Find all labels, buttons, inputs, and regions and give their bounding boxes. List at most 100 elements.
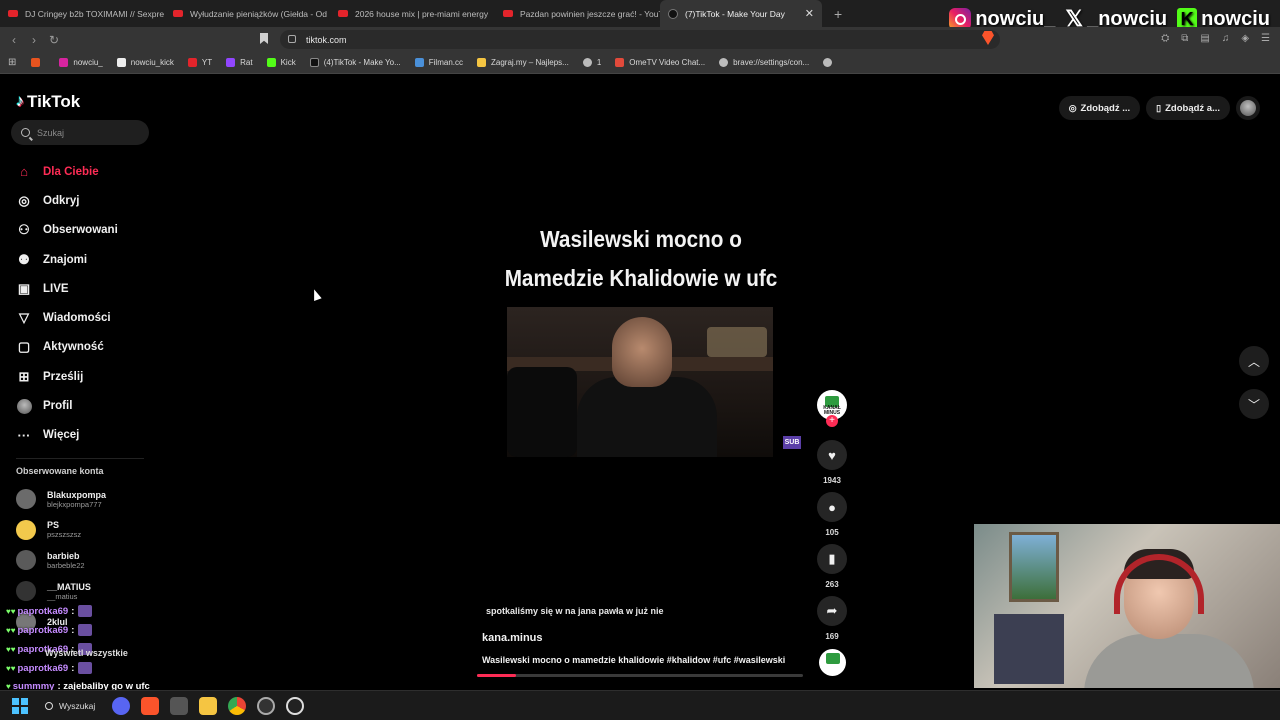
sidebar-item-label: Aktywność [43, 341, 104, 354]
search-input[interactable]: Szukaj [11, 120, 149, 145]
bookmark-item[interactable]: (4)TikTok - Make Yo... [303, 58, 408, 67]
vpn-icon[interactable]: ⛭ [1161, 33, 1169, 44]
account-text: PS pszszszsz [47, 520, 81, 539]
sidebar-item-dla-ciebie[interactable]: ⌂ Dla Ciebie [16, 157, 118, 186]
account-name: barbieb [47, 550, 80, 561]
folder-icon[interactable] [199, 696, 218, 715]
bookmark-label: Rat [240, 58, 253, 67]
back-icon[interactable]: ‹ [4, 33, 24, 47]
tab-2[interactable]: Wyłudzanie pieniążków (Giełda - Od [165, 0, 330, 27]
menu-icon[interactable]: ☰ [1261, 33, 1270, 44]
close-tab-icon[interactable]: ✕ [795, 7, 814, 20]
sidebar-item-profil[interactable]: Profil [16, 391, 118, 420]
filman-icon [414, 58, 424, 67]
site-info-icon[interactable] [288, 35, 296, 43]
wallet-icon[interactable]: ◈ [1241, 33, 1249, 44]
app-icon[interactable] [170, 696, 189, 715]
followed-account[interactable]: Blakuxpompa blejkxpompa777 [16, 489, 106, 509]
sidebar-item-prześlij[interactable]: ⊞ Prześlij [16, 362, 118, 391]
chat-message: ♥♥ paprotka69: [6, 662, 93, 674]
bookmark-item[interactable]: nowciu_ [52, 58, 109, 67]
bookmark-item[interactable]: nowciu_kick [110, 58, 181, 67]
bookmark-item[interactable]: Kick [260, 58, 303, 67]
sidebar-item-odkryj[interactable]: ◎ Odkryj [16, 186, 118, 215]
bookmark-item[interactable]: OmeTV Video Chat... [608, 58, 712, 67]
toolbar-icons: ⛭ ⧉ ▤ ♫ ◈ ☰ [1161, 33, 1270, 44]
video-progress-bar[interactable] [477, 674, 803, 677]
video-frame[interactable] [507, 307, 773, 457]
reload-icon[interactable]: ↻ [44, 33, 64, 47]
tab-1[interactable]: DJ Cringey b2b TOXIMAMI // Sexpre [0, 0, 165, 27]
save-count: 263 [825, 580, 839, 589]
avatar [16, 398, 32, 414]
x-icon [116, 58, 126, 67]
bookmark-item[interactable]: YT [181, 58, 219, 67]
webcam-body [1084, 634, 1254, 688]
bookmark-item[interactable] [24, 58, 52, 67]
bookmark-item[interactable] [816, 58, 844, 67]
tab-title: Pazdan powinien jeszcze grać! - YouT [520, 8, 660, 19]
account-text: barbieb barbeble22 [47, 551, 85, 570]
get-coins-button[interactable]: ◎ Zdobądź ... [1058, 96, 1141, 120]
show-all-link[interactable]: Wyświetl wszystkie [45, 648, 128, 658]
sidebar-item-obserwowani[interactable]: ⚇ Obserwowani [16, 216, 118, 245]
save-button[interactable]: ▮ [817, 544, 847, 574]
webcam-shelf [994, 614, 1064, 684]
sidebar-item-label: Profil [43, 400, 73, 413]
sidebar-icon[interactable]: ▤ [1200, 33, 1209, 44]
user-avatar[interactable] [1236, 96, 1260, 120]
user-follow-icon: ⚇ [18, 222, 30, 238]
sidebar-item-znajomi[interactable]: ⚉ Znajomi [16, 245, 118, 274]
emote-icon [78, 605, 93, 617]
forward-icon[interactable]: › [24, 33, 44, 47]
bookmark-item[interactable]: Filman.cc [408, 58, 470, 67]
previous-video-button[interactable]: ︿ [1239, 346, 1269, 376]
new-tab-button[interactable]: + [822, 6, 842, 22]
brave-icon[interactable] [141, 696, 160, 715]
tab-4[interactable]: Pazdan powinien jeszcze grać! - YouT [495, 0, 660, 27]
channel-avatar[interactable]: KANAŁ MINUS + [817, 390, 847, 427]
tab-5-active[interactable]: (7)TikTok - Make Your Day ✕ [660, 0, 822, 27]
apps-grid-icon[interactable]: ⊞ [8, 57, 24, 68]
button-label: Zdobądź ... [1080, 102, 1131, 114]
music-icon[interactable]: ♫ [1222, 33, 1230, 44]
discord-icon[interactable] [112, 696, 131, 715]
sidebar-item-więcej[interactable]: ··· Więcej [16, 421, 118, 450]
share-button[interactable]: ➦ [817, 596, 847, 626]
share-icon: ➦ [826, 603, 838, 618]
tab-3[interactable]: 2026 house mix | pre-miami energy [330, 0, 495, 27]
like-button[interactable]: ♥ [817, 440, 847, 470]
sidebar-item-live[interactable]: ▣ LIVE [16, 274, 118, 303]
tiktok-logo[interactable]: ♪ TikTok [16, 92, 80, 112]
bookmark-icon[interactable] [260, 33, 268, 44]
followed-account[interactable]: barbieb barbeble22 [16, 550, 85, 571]
bookmark-item[interactable]: 1 [576, 58, 608, 67]
comment-button[interactable]: ● [817, 492, 847, 522]
chrome-icon[interactable] [228, 696, 247, 715]
sound-channel-avatar[interactable] [819, 649, 846, 676]
account-handle: __matius [47, 591, 78, 601]
instagram-icon [59, 58, 69, 67]
followed-account[interactable]: PS pszszszsz [16, 519, 81, 540]
obs-icon[interactable] [257, 696, 276, 715]
app-icon[interactable] [286, 696, 305, 715]
globe-icon [719, 58, 729, 67]
next-video-button[interactable]: ﹀ [1239, 389, 1269, 419]
bookmark-item[interactable]: Zagraj.my – Najleps... [470, 58, 576, 67]
bookmark-item[interactable]: Rat [219, 58, 259, 67]
sidebar-item-wiadomości[interactable]: ▽ Wiadomości [16, 303, 118, 332]
extensions-icon[interactable]: ⧉ [1181, 33, 1188, 44]
taskbar-search[interactable]: Wyszukaj [39, 701, 101, 711]
compass-icon: ◎ [18, 192, 30, 208]
twitch-icon [226, 58, 236, 67]
followed-account[interactable]: __MATIUS __matius [16, 581, 91, 602]
video-author[interactable]: kana.minus [482, 632, 543, 644]
url-field[interactable]: tiktok.com [280, 30, 1000, 49]
upload-icon: ⊞ [18, 368, 30, 384]
account-name: PS [47, 520, 60, 531]
sidebar-item-aktywność[interactable]: ▢ Aktywność [16, 333, 118, 362]
windows-start-icon[interactable] [12, 697, 28, 714]
bookmark-item[interactable]: brave://settings/con... [712, 58, 816, 67]
follow-plus-button[interactable]: + [826, 415, 838, 427]
get-app-button[interactable]: ▯ Zdobądź a... [1146, 96, 1230, 120]
